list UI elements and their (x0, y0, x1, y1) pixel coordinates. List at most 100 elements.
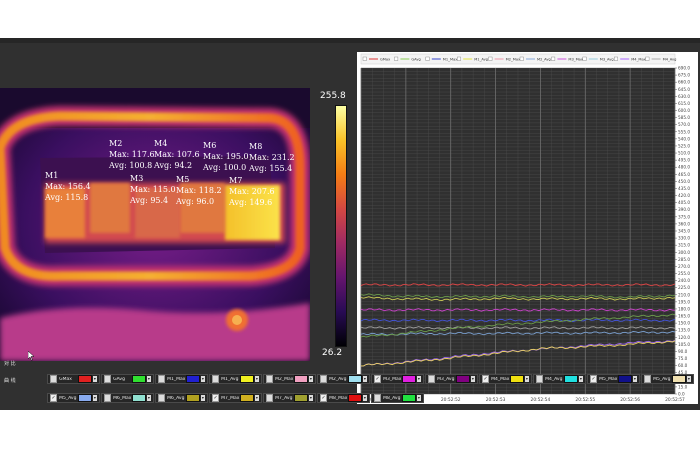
chevron-down-icon[interactable]: ▾ (254, 376, 259, 382)
swatch-checkbox[interactable] (158, 375, 166, 383)
swatch-color[interactable] (401, 394, 416, 402)
temperature-trend-chart[interactable]: 0.015.030.045.060.075.090.0105.0120.0135… (357, 52, 698, 404)
y-tick-label: 615.0 (678, 101, 690, 106)
swatch-color[interactable] (293, 394, 308, 402)
swatch-item-m6-max[interactable]: M6_Max ▾ (101, 393, 154, 403)
chevron-down-icon[interactable]: ▾ (470, 376, 475, 382)
legend-checkbox (394, 56, 399, 61)
thermal-image[interactable] (0, 88, 310, 361)
chevron-down-icon[interactable]: ▾ (146, 376, 151, 382)
swatch-checkbox[interactable] (50, 375, 58, 383)
swatch-item-m1-avg[interactable]: M1_Avg ▾ (209, 374, 262, 384)
swatch-color[interactable] (77, 394, 92, 402)
swatch-item-m3-avg[interactable]: M3_Avg ▾ (425, 374, 478, 384)
chevron-down-icon[interactable]: ▾ (578, 376, 583, 382)
swatch-checkbox[interactable]: ✓ (320, 394, 328, 402)
chevron-down-icon[interactable]: ▾ (92, 395, 97, 401)
chevron-down-icon[interactable]: ▾ (632, 376, 637, 382)
swatch-item-m7-avg[interactable]: M7_Avg ▾ (263, 393, 316, 403)
marker-m7-max: Max: 207.6 (229, 187, 275, 196)
y-tick-label: 270.0 (678, 264, 690, 269)
swatch-color[interactable] (617, 375, 632, 383)
marker-m5-avg: Avg: 96.0 (176, 197, 215, 206)
swatch-color[interactable] (347, 394, 362, 402)
chevron-down-icon[interactable]: ▾ (686, 376, 691, 382)
chevron-down-icon[interactable]: ▾ (524, 376, 529, 382)
top-strip (0, 38, 700, 43)
swatch-color[interactable] (401, 375, 416, 383)
swatch-item-m5-max[interactable]: ✓ M5_Max ▾ (587, 374, 640, 384)
swatch-checkbox[interactable]: ✓ (212, 394, 220, 402)
chevron-down-icon[interactable]: ▾ (362, 395, 367, 401)
swatch-item-m3-max[interactable]: ✓ M3_Max ▾ (371, 374, 424, 384)
swatch-color[interactable] (671, 375, 686, 383)
swatch-color[interactable] (455, 375, 470, 383)
y-tick-label: 525.0 (678, 143, 690, 148)
swatch-label: GAvg (113, 376, 125, 382)
swatch-checkbox[interactable] (320, 375, 328, 383)
y-tick-label: 60.0 (678, 363, 688, 368)
swatch-color[interactable] (239, 375, 254, 383)
swatch-checkbox[interactable]: ✓ (50, 394, 58, 402)
swatch-label: M4_Max (491, 376, 510, 382)
swatch-item-m4-max[interactable]: ✓ M4_Max ▾ (479, 374, 532, 384)
chevron-down-icon[interactable]: ▾ (308, 376, 313, 382)
swatch-checkbox[interactable] (104, 394, 112, 402)
swatch-checkbox[interactable] (104, 375, 112, 383)
swatch-checkbox[interactable]: ✓ (590, 375, 598, 383)
chevron-down-icon[interactable]: ▾ (146, 395, 151, 401)
swatch-checkbox[interactable] (536, 375, 544, 383)
swatch-color[interactable] (347, 375, 362, 383)
swatch-label: GMax (59, 376, 72, 382)
swatch-item-m5-avg[interactable]: ✓ M5_Avg ▾ (47, 393, 100, 403)
x-tick-label: 20:52:57 (665, 397, 685, 403)
marker-m6-avg: Avg: 100.0 (203, 163, 247, 172)
marker-m4-id: M4 (154, 139, 168, 148)
swatch-color[interactable] (131, 375, 146, 383)
swatch-item-m8-avg[interactable]: M8_Avg ▾ (371, 393, 424, 403)
chevron-down-icon[interactable]: ▾ (200, 376, 205, 382)
chevron-down-icon[interactable]: ▾ (254, 395, 259, 401)
swatch-label: M6_Max (113, 395, 132, 401)
chevron-down-icon[interactable]: ▾ (416, 376, 421, 382)
legend-label: M1_Max (443, 58, 458, 62)
swatch-color[interactable] (293, 375, 308, 383)
side-menu-compare[interactable]: 对 比 (4, 360, 16, 367)
colorbar-min-label: 26.2 (322, 348, 343, 358)
swatch-item-m2-avg[interactable]: M2_Avg ▾ (317, 374, 370, 384)
swatch-item-m8-max[interactable]: ✓ M8_Max ▾ (317, 393, 370, 403)
swatch-item-m5-avg[interactable]: M5_Avg ▾ (641, 374, 694, 384)
chevron-down-icon[interactable]: ▾ (362, 376, 367, 382)
swatch-checkbox[interactable] (428, 375, 436, 383)
swatch-checkbox[interactable]: ✓ (482, 375, 490, 383)
swatch-color[interactable] (563, 375, 578, 383)
swatch-checkbox[interactable] (266, 375, 274, 383)
chevron-down-icon[interactable]: ▾ (416, 395, 421, 401)
swatch-color[interactable] (131, 394, 146, 402)
swatch-color[interactable] (509, 375, 524, 383)
swatch-item-m1-max[interactable]: M1_Max ▾ (155, 374, 208, 384)
swatch-item-m7-max[interactable]: ✓ M7_Max ▾ (209, 393, 262, 403)
swatch-checkbox[interactable] (212, 375, 220, 383)
chevron-down-icon[interactable]: ▾ (308, 395, 313, 401)
swatch-item-m4-avg[interactable]: M4_Avg ▾ (533, 374, 586, 384)
swatch-item-m2-max[interactable]: M2_Max ▾ (263, 374, 316, 384)
swatch-checkbox[interactable] (374, 394, 382, 402)
swatch-color[interactable] (185, 394, 200, 402)
swatch-checkbox[interactable] (266, 394, 274, 402)
swatch-color[interactable] (185, 375, 200, 383)
swatch-item-m6-avg[interactable]: M6_Avg ▾ (155, 393, 208, 403)
swatch-color[interactable] (239, 394, 254, 402)
chevron-down-icon[interactable]: ▾ (92, 376, 97, 382)
swatch-checkbox[interactable] (158, 394, 166, 402)
chevron-down-icon[interactable]: ▾ (200, 395, 205, 401)
side-menu-curve[interactable]: 曲 线 (4, 377, 16, 384)
swatch-color[interactable] (77, 375, 92, 383)
marker-m8-avg: Avg: 155.4 (249, 164, 293, 173)
swatch-label: M3_Avg (437, 376, 455, 382)
y-tick-label: 405.0 (678, 200, 690, 205)
swatch-checkbox[interactable] (644, 375, 652, 383)
swatch-item-gavg[interactable]: GAvg ▾ (101, 374, 154, 384)
swatch-item-gmax[interactable]: GMax ▾ (47, 374, 100, 384)
swatch-checkbox[interactable]: ✓ (374, 375, 382, 383)
